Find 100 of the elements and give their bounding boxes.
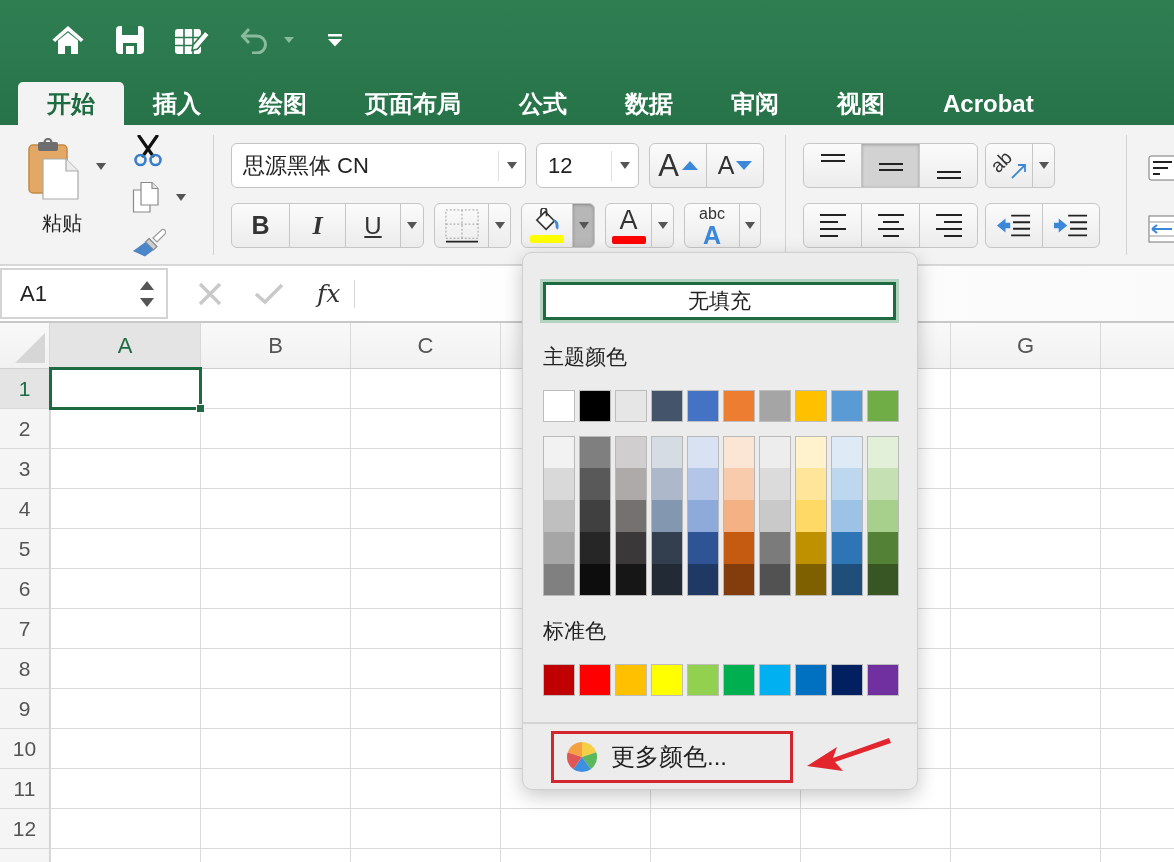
color-swatch[interactable] (867, 468, 899, 500)
color-swatch[interactable] (615, 500, 647, 532)
ribbon-tab[interactable]: 开始 (18, 82, 124, 125)
fill-color-button[interactable] (521, 203, 573, 248)
color-swatch[interactable] (723, 436, 755, 468)
italic-button[interactable]: I (289, 203, 346, 248)
active-cell[interactable] (49, 367, 202, 410)
scissors-icon[interactable] (132, 135, 164, 167)
color-swatch[interactable] (795, 468, 827, 500)
color-swatch[interactable] (651, 390, 683, 422)
color-swatch[interactable] (867, 500, 899, 532)
color-swatch[interactable] (759, 500, 791, 532)
ribbon-tab[interactable]: 页面布局 (336, 82, 490, 125)
color-swatch[interactable] (867, 390, 899, 422)
row-header[interactable]: 2 (0, 409, 50, 449)
dropdown-button[interactable] (400, 203, 424, 248)
color-swatch[interactable] (831, 664, 863, 696)
column-header[interactable]: G (951, 323, 1101, 368)
merge-cells-icon[interactable] (1148, 215, 1174, 243)
color-swatch[interactable] (687, 468, 719, 500)
color-swatch[interactable] (795, 390, 827, 422)
color-swatch[interactable] (651, 468, 683, 500)
select-all-icon[interactable] (15, 333, 45, 363)
paste-button[interactable]: 粘贴 (24, 138, 116, 242)
color-swatch[interactable] (579, 564, 611, 596)
color-swatch[interactable] (795, 532, 827, 564)
color-swatch[interactable] (723, 500, 755, 532)
color-swatch[interactable] (831, 532, 863, 564)
color-swatch[interactable] (759, 664, 791, 696)
ribbon-tab[interactable]: 视图 (808, 82, 914, 125)
align-top-button[interactable] (803, 143, 862, 188)
save-icon[interactable] (115, 25, 145, 55)
color-swatch[interactable] (759, 532, 791, 564)
color-swatch[interactable] (723, 564, 755, 596)
color-swatch[interactable] (723, 664, 755, 696)
color-swatch[interactable] (795, 500, 827, 532)
brush-icon[interactable] (132, 227, 166, 257)
row-header[interactable]: 8 (0, 649, 50, 689)
color-swatch[interactable] (651, 436, 683, 468)
align-right-button[interactable] (919, 203, 978, 248)
color-swatch[interactable] (615, 532, 647, 564)
row-header[interactable]: 3 (0, 449, 50, 489)
color-swatch[interactable] (615, 436, 647, 468)
wrap-text-icon[interactable] (1148, 155, 1174, 181)
customize-icon[interactable] (327, 33, 343, 47)
decrease-indent-button[interactable] (985, 203, 1043, 248)
ribbon-tab[interactable]: 审阅 (702, 82, 808, 125)
color-swatch[interactable] (579, 436, 611, 468)
copy-icon[interactable] (132, 181, 160, 213)
align-middle-button[interactable] (861, 143, 920, 188)
color-swatch[interactable] (543, 500, 575, 532)
row-header[interactable]: 4 (0, 489, 50, 529)
font-name-combobox[interactable]: 思源黑体 CN (231, 143, 526, 188)
color-swatch[interactable] (651, 532, 683, 564)
borders-button[interactable] (434, 203, 489, 248)
font-color-button[interactable]: A (605, 203, 652, 248)
caret-icon[interactable] (176, 193, 186, 201)
row-header[interactable]: 1 (0, 369, 50, 409)
color-swatch[interactable] (543, 468, 575, 500)
color-swatch[interactable] (543, 390, 575, 422)
home-icon[interactable] (52, 25, 84, 55)
ribbon-tab[interactable]: 插入 (124, 82, 230, 125)
color-swatch[interactable] (687, 500, 719, 532)
color-swatch[interactable] (543, 436, 575, 468)
ribbon-tab[interactable]: 数据 (596, 82, 702, 125)
no-fill-button[interactable]: 无填充 (543, 282, 896, 320)
ribbon-tab[interactable]: 公式 (490, 82, 596, 125)
row-header[interactable]: 6 (0, 569, 50, 609)
color-swatch[interactable] (723, 532, 755, 564)
color-swatch[interactable] (543, 664, 575, 696)
color-swatch[interactable] (687, 390, 719, 422)
color-swatch[interactable] (615, 468, 647, 500)
ribbon-tab[interactable]: 绘图 (230, 82, 336, 125)
dropdown-button[interactable] (1032, 143, 1055, 188)
column-header[interactable]: A (50, 323, 201, 368)
color-swatch[interactable] (579, 532, 611, 564)
color-swatch[interactable] (867, 436, 899, 468)
color-swatch[interactable] (831, 468, 863, 500)
color-swatch[interactable] (579, 468, 611, 500)
color-swatch[interactable] (831, 564, 863, 596)
color-swatch[interactable] (543, 532, 575, 564)
name-box[interactable]: A1 (0, 268, 168, 319)
color-swatch[interactable] (759, 564, 791, 596)
orientation-button[interactable]: ab (985, 143, 1033, 188)
color-swatch[interactable] (723, 390, 755, 422)
color-swatch[interactable] (651, 564, 683, 596)
dropdown-button[interactable] (572, 203, 595, 248)
row-header[interactable]: 11 (0, 769, 50, 809)
bold-button[interactable]: B (231, 203, 290, 248)
color-swatch[interactable] (795, 436, 827, 468)
color-swatch[interactable] (831, 390, 863, 422)
row-header[interactable]: 9 (0, 689, 50, 729)
color-swatch[interactable] (687, 532, 719, 564)
underline-button[interactable]: U (345, 203, 401, 248)
color-swatch[interactable] (687, 436, 719, 468)
color-swatch[interactable] (795, 564, 827, 596)
color-swatch[interactable] (579, 664, 611, 696)
color-swatch[interactable] (687, 664, 719, 696)
color-swatch[interactable] (867, 532, 899, 564)
column-header[interactable]: B (201, 323, 351, 368)
